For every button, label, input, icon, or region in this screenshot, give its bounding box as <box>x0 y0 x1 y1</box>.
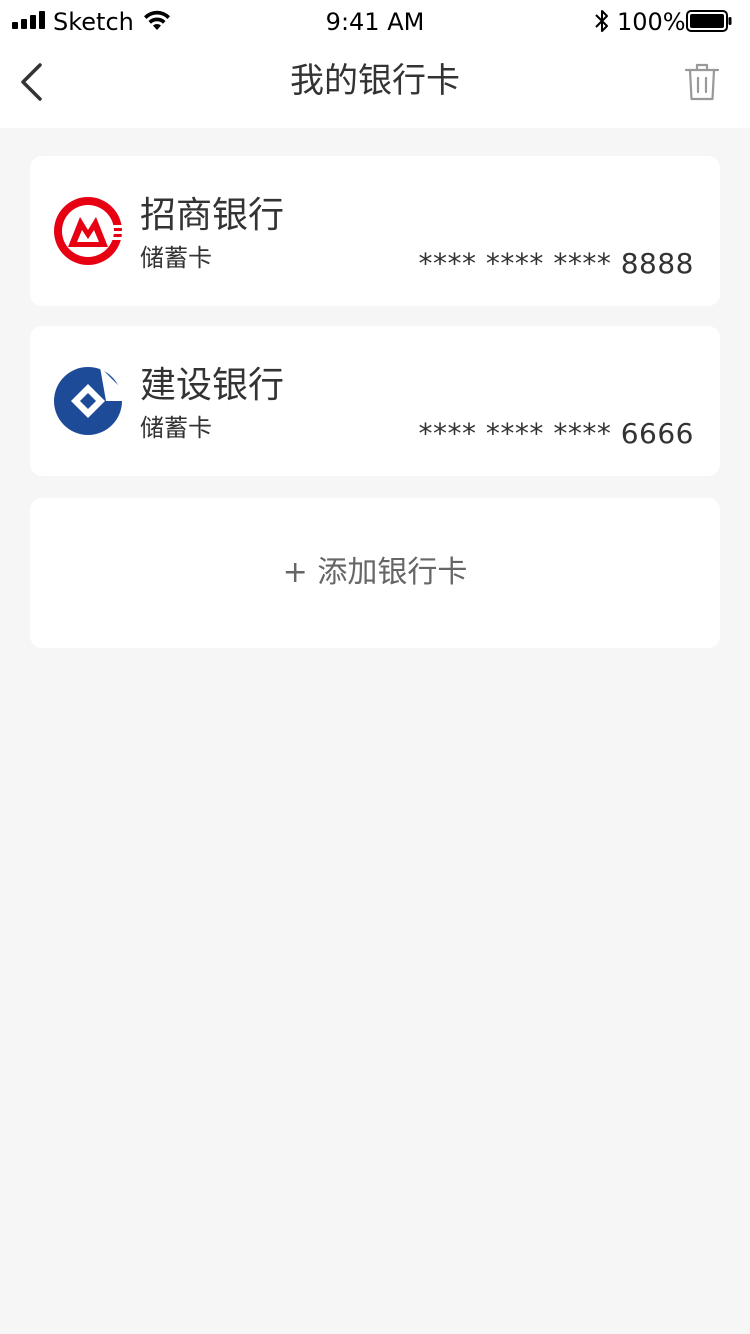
header: Sketch 9:41 AM 100% 我的银行卡 <box>0 0 750 128</box>
battery-icon <box>686 10 732 32</box>
trash-icon <box>684 63 720 101</box>
card-type: 储蓄卡 <box>140 414 212 442</box>
delete-button[interactable] <box>684 62 720 102</box>
bank-card-item[interactable]: 建设银行 储蓄卡 **** **** **** 6666 <box>30 326 720 476</box>
ccb-logo-icon <box>54 367 122 435</box>
status-bar: Sketch 9:41 AM 100% <box>0 0 750 40</box>
card-number: **** **** **** 8888 <box>418 247 694 280</box>
bank-name: 招商银行 <box>140 195 285 236</box>
page-title: 我的银行卡 <box>290 61 460 101</box>
bluetooth-icon <box>595 10 608 32</box>
bank-name: 建设银行 <box>140 365 285 406</box>
add-bank-card-button[interactable]: + 添加银行卡 <box>30 498 720 648</box>
cmb-logo-icon <box>54 197 122 265</box>
card-number: **** **** **** 6666 <box>418 417 694 450</box>
battery-percentage: 100% <box>617 8 686 36</box>
card-type: 储蓄卡 <box>140 244 212 272</box>
bank-card-item[interactable]: 招商银行 储蓄卡 **** **** **** 8888 <box>30 156 720 306</box>
